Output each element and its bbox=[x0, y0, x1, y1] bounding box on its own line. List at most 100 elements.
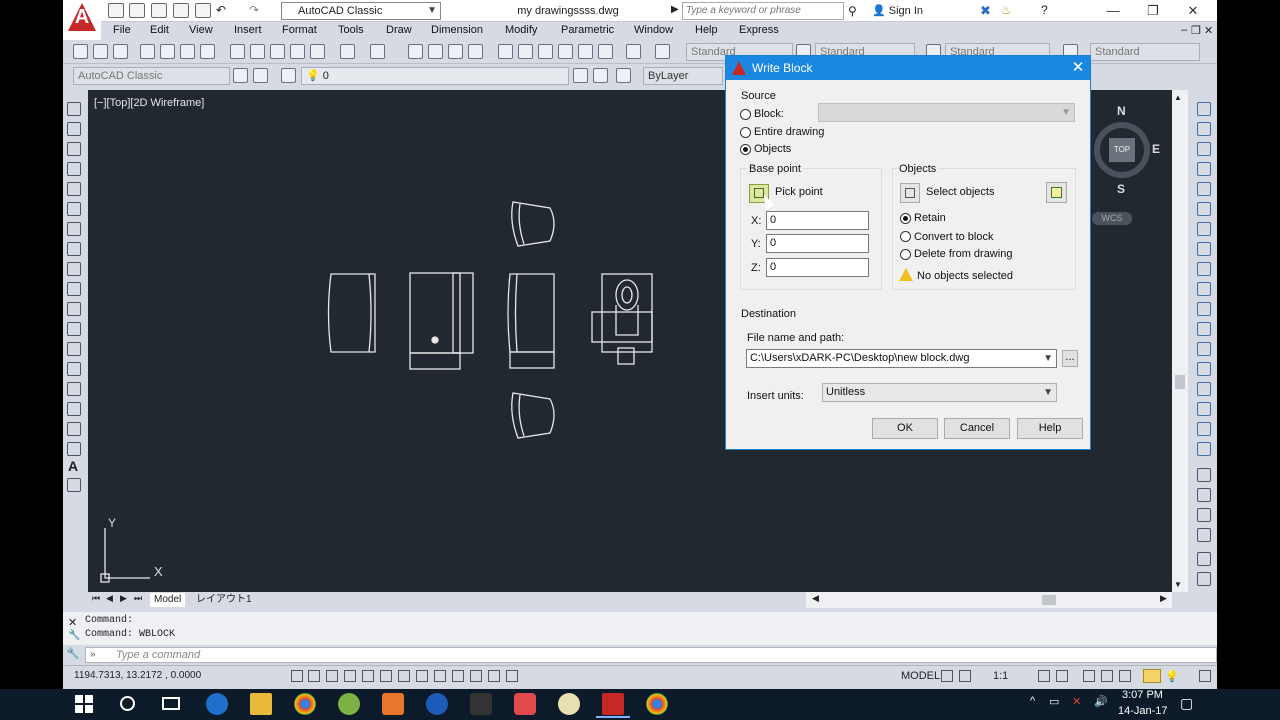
viewcube[interactable]: TOP N S E bbox=[1084, 104, 1160, 198]
browse-button[interactable]: ... bbox=[1062, 350, 1078, 367]
lineweight-icon[interactable] bbox=[470, 670, 482, 682]
doc-close-icon[interactable]: ✕ bbox=[1204, 24, 1213, 37]
menu-format[interactable]: Format bbox=[282, 24, 317, 36]
offset-icon[interactable] bbox=[1197, 162, 1211, 176]
scroll-up-icon[interactable]: ▲ bbox=[1174, 93, 1182, 102]
zoom-previous-icon[interactable] bbox=[468, 44, 483, 59]
mirror-icon[interactable] bbox=[1197, 142, 1211, 156]
app-red-icon[interactable] bbox=[514, 693, 536, 715]
ortho-mode-icon[interactable] bbox=[344, 670, 356, 682]
rectangle-icon[interactable] bbox=[67, 182, 81, 196]
3d-print-icon[interactable] bbox=[200, 44, 215, 59]
isolate-objects-icon[interactable] bbox=[1143, 669, 1161, 683]
scale-icon[interactable] bbox=[1197, 242, 1211, 256]
polar-tracking-icon[interactable] bbox=[362, 670, 374, 682]
help-icon[interactable]: ? bbox=[1041, 3, 1048, 17]
tab-prev-icon[interactable]: ◀ bbox=[106, 593, 113, 604]
scroll-left-icon[interactable]: ◀ bbox=[812, 593, 819, 604]
move-icon[interactable] bbox=[1197, 202, 1211, 216]
blend-curves-icon[interactable] bbox=[1197, 422, 1211, 436]
plot-preview-icon[interactable] bbox=[160, 44, 175, 59]
vertical-scroll-thumb[interactable] bbox=[1175, 375, 1185, 389]
menu-file[interactable]: File bbox=[113, 24, 131, 36]
tab-model[interactable]: Model bbox=[150, 593, 186, 607]
scroll-right-icon[interactable]: ▶ bbox=[1160, 593, 1167, 604]
doc-minimize-icon[interactable]: – bbox=[1181, 24, 1187, 36]
revision-cloud-icon[interactable] bbox=[67, 242, 81, 256]
pan-icon[interactable] bbox=[408, 44, 423, 59]
convert-to-block-radio[interactable] bbox=[900, 231, 911, 242]
tray-chevron-up-icon[interactable]: ^ bbox=[1030, 695, 1035, 707]
notifications-icon[interactable]: ▢ bbox=[1180, 695, 1193, 712]
text-style-icon[interactable] bbox=[655, 44, 670, 59]
extend-icon[interactable] bbox=[1197, 302, 1211, 316]
quick-properties-icon[interactable] bbox=[506, 670, 518, 682]
tab-next-icon[interactable]: ▶ bbox=[120, 593, 127, 604]
app-dark-icon[interactable] bbox=[470, 693, 492, 715]
menu-view[interactable]: View bbox=[189, 24, 213, 36]
lock-ui-icon[interactable] bbox=[1101, 670, 1113, 682]
ok-button[interactable]: OK bbox=[872, 418, 938, 439]
erase-icon[interactable] bbox=[1197, 102, 1211, 116]
quick-view-layouts-icon[interactable] bbox=[941, 670, 953, 682]
chrome-icon[interactable] bbox=[646, 693, 668, 715]
viewcube-top[interactable]: TOP bbox=[1109, 138, 1135, 162]
customize-icon[interactable] bbox=[253, 68, 268, 83]
cut-icon[interactable] bbox=[230, 44, 245, 59]
polygon-icon[interactable] bbox=[67, 162, 81, 176]
tab-first-icon[interactable]: ⏮ bbox=[92, 593, 100, 604]
save-icon[interactable] bbox=[113, 44, 128, 59]
x-input[interactable]: 0 bbox=[766, 211, 869, 230]
battery-icon[interactable]: ▭ bbox=[1049, 695, 1059, 708]
horizontal-scroll-thumb[interactable] bbox=[1042, 595, 1056, 605]
snap-mode-icon[interactable] bbox=[308, 670, 320, 682]
plot-icon[interactable] bbox=[140, 44, 155, 59]
sign-in-button[interactable]: 👤 Sign In bbox=[872, 0, 923, 22]
infer-constraints-icon[interactable] bbox=[291, 670, 303, 682]
fillet-icon[interactable] bbox=[1197, 402, 1211, 416]
wcs-menu[interactable]: WCS bbox=[1092, 212, 1132, 225]
bring-front-icon[interactable] bbox=[1197, 488, 1211, 502]
break-icon[interactable] bbox=[1197, 342, 1211, 356]
source-entire-drawing-radio[interactable] bbox=[740, 127, 751, 138]
clock-date[interactable]: 14-Jan-17 bbox=[1118, 705, 1168, 717]
layer-dropdown[interactable]: 💡 0 bbox=[301, 67, 569, 85]
open-icon[interactable] bbox=[93, 44, 108, 59]
region-icon[interactable] bbox=[67, 422, 81, 436]
construction-line-icon[interactable] bbox=[67, 122, 81, 136]
retain-radio[interactable] bbox=[900, 213, 911, 224]
lightbulb-icon[interactable]: 💡 bbox=[1165, 670, 1179, 683]
redo-icon[interactable]: ↷ bbox=[249, 3, 259, 17]
quick-view-drawings-icon[interactable] bbox=[959, 670, 971, 682]
menu-modify[interactable]: Modify bbox=[505, 24, 537, 36]
design-center-icon[interactable] bbox=[518, 44, 533, 59]
3d-osnap-icon[interactable] bbox=[398, 670, 410, 682]
close-command-icon[interactable]: ✕ bbox=[68, 616, 77, 629]
imo-icon[interactable] bbox=[426, 693, 448, 715]
menu-parametric[interactable]: Parametric bbox=[561, 24, 614, 36]
tab-last-icon[interactable]: ⏭ bbox=[134, 593, 142, 604]
edge-icon[interactable] bbox=[206, 693, 228, 715]
workspace-dropdown[interactable]: AutoCAD Classic ▼ bbox=[281, 2, 441, 20]
gradient-icon[interactable] bbox=[67, 402, 81, 416]
zoom-window-icon[interactable] bbox=[448, 44, 463, 59]
auto-scale-icon[interactable] bbox=[1056, 670, 1068, 682]
quick-select-button[interactable] bbox=[1046, 182, 1067, 203]
undo-icon[interactable] bbox=[340, 44, 355, 59]
start-button[interactable] bbox=[75, 695, 93, 713]
scroll-down-icon[interactable]: ▼ bbox=[1174, 580, 1182, 589]
otrack-icon[interactable] bbox=[416, 670, 428, 682]
clock-time[interactable]: 3:07 PM bbox=[1122, 689, 1163, 701]
plot-icon[interactable] bbox=[195, 3, 211, 18]
menu-express[interactable]: Express bbox=[739, 24, 779, 36]
network-icon[interactable]: ✕ bbox=[1072, 695, 1081, 708]
clean-screen-icon[interactable] bbox=[1199, 670, 1211, 682]
send-back-icon[interactable] bbox=[1197, 508, 1211, 522]
search-input[interactable]: Type a keyword or phrase bbox=[682, 2, 844, 20]
annotation-scale[interactable]: 1:1 bbox=[993, 670, 1008, 682]
make-block-icon[interactable] bbox=[67, 342, 81, 356]
help-icon[interactable] bbox=[626, 44, 641, 59]
layer-previous-icon[interactable] bbox=[593, 68, 608, 83]
spline-icon[interactable] bbox=[67, 262, 81, 276]
task-view-icon[interactable] bbox=[162, 697, 180, 710]
